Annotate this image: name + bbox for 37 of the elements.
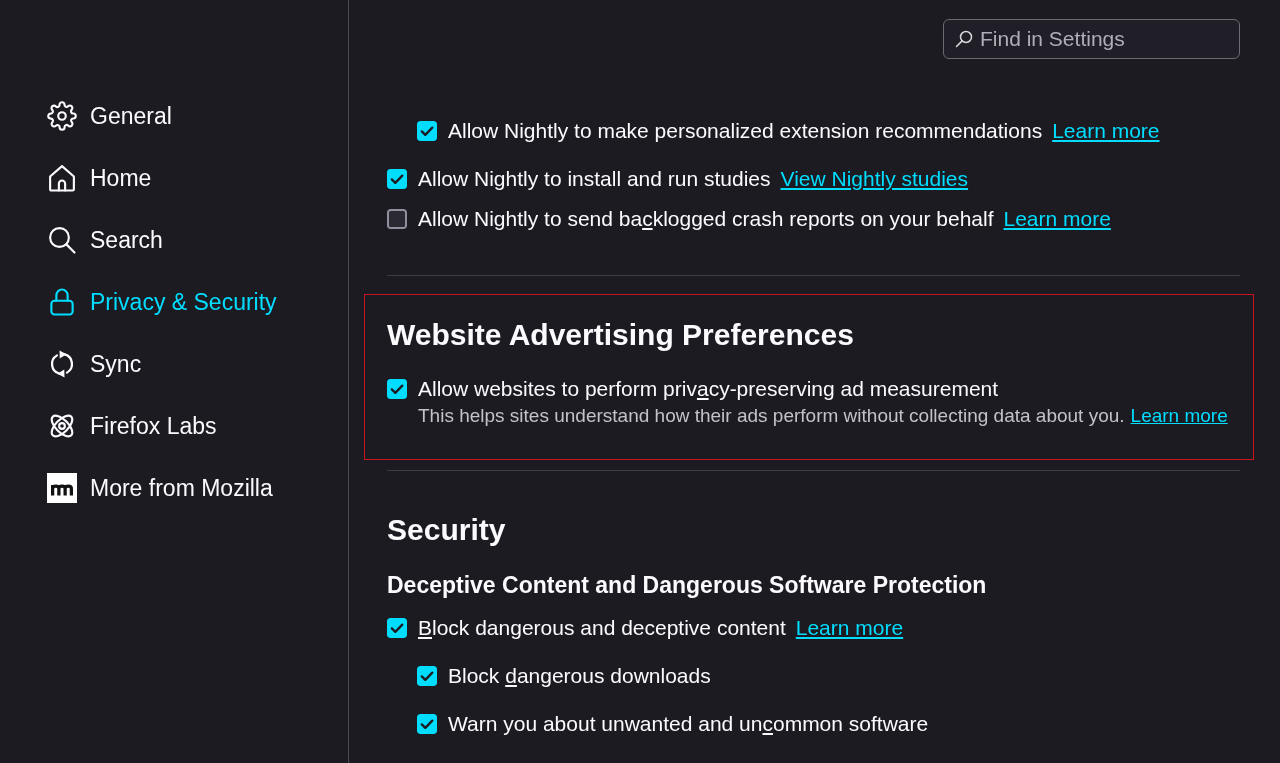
- section-heading: Security: [387, 512, 507, 548]
- option-label: Block dangerous and deceptive content: [418, 615, 786, 642]
- checkbox[interactable]: [417, 121, 437, 141]
- link[interactable]: Learn more: [1130, 403, 1228, 429]
- option-label: Allow Nightly to make personalized extension recommendations: [448, 118, 1043, 145]
- sidebar-item[interactable]: More from Mozilla: [47, 457, 273, 519]
- option-label: Block dangerous downloads: [448, 663, 711, 690]
- option-label: Warn you about unwanted and uncommon software: [448, 711, 929, 738]
- m-tile-icon: [47, 473, 77, 503]
- checkbox[interactable]: [387, 169, 407, 189]
- subsection-heading: Deceptive Content and Dangerous Software Protection: [387, 571, 988, 600]
- search-field[interactable]: Find in Settings: [943, 19, 1240, 59]
- checkbox[interactable]: [387, 209, 407, 229]
- link[interactable]: View Nightly studies: [780, 163, 969, 195]
- checkbox[interactable]: [417, 666, 437, 686]
- link[interactable]: Learn more: [1052, 115, 1160, 147]
- link[interactable]: Learn more: [1003, 203, 1111, 235]
- padlock-icon: [47, 287, 77, 317]
- search-icon: [47, 225, 77, 255]
- sidebar-item[interactable]: Home: [47, 147, 152, 209]
- sidebar-item[interactable]: Sync: [47, 333, 142, 395]
- search-icon: [955, 30, 973, 48]
- sidebar-item[interactable]: Privacy & Security: [47, 271, 277, 333]
- home-icon: [47, 163, 77, 193]
- option-label: Allow websites to perform privacy-preserving ad measurement: [418, 376, 999, 403]
- sidebar-item[interactable]: Firefox Labs: [47, 395, 217, 457]
- checkbox[interactable]: [387, 618, 407, 638]
- link[interactable]: Learn more: [795, 612, 904, 644]
- option-label: Allow Nightly to install and run studies: [418, 166, 771, 193]
- checkbox[interactable]: [387, 379, 407, 399]
- option-label: Allow Nightly to send backlogged crash reports on your behalf: [418, 206, 994, 233]
- section-heading: Website Advertising Preferences: [387, 317, 855, 353]
- sidebar-item[interactable]: General: [47, 85, 172, 147]
- sidebar-item[interactable]: Search: [47, 209, 163, 271]
- checkbox[interactable]: [417, 714, 437, 734]
- option-description: This helps sites understand how their ads perform without collecting data about you.: [418, 404, 1125, 428]
- settings-icon: [47, 101, 77, 131]
